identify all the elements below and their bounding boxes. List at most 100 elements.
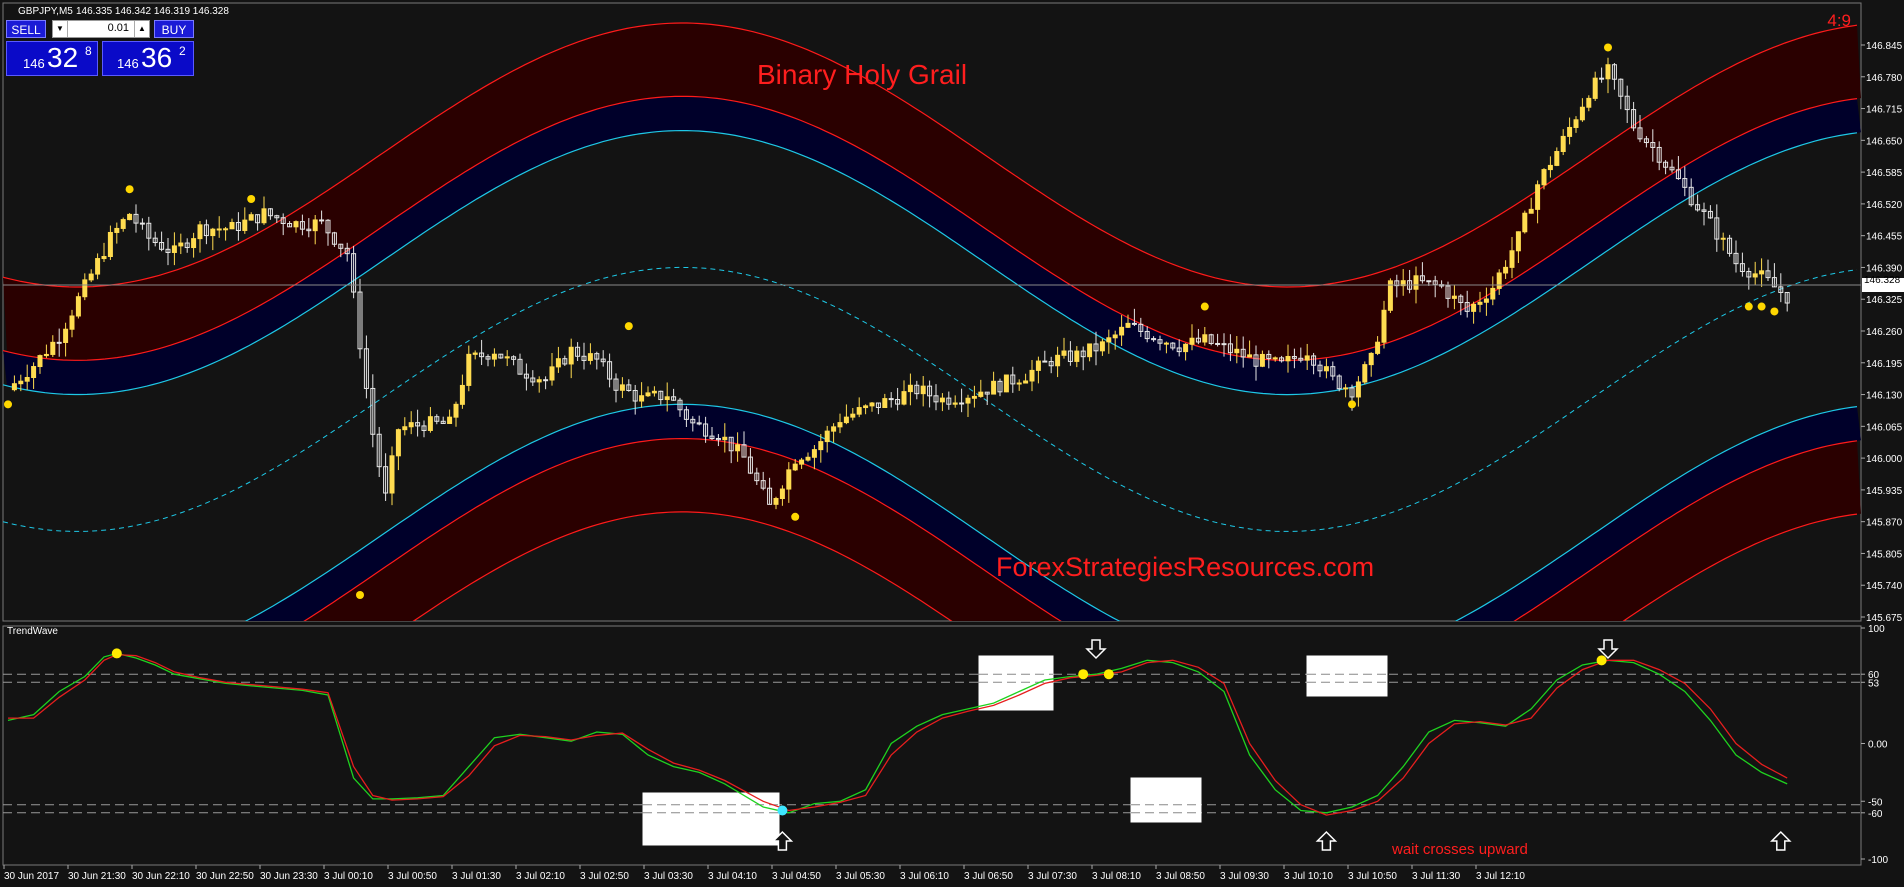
signal-dot — [4, 400, 12, 409]
buy-price-fraction: 2 — [179, 44, 186, 58]
signal-dot — [1744, 302, 1753, 311]
bull-candle — [1496, 272, 1502, 289]
price-tick-label: 146.585 — [1866, 168, 1903, 179]
signal-dot — [1757, 302, 1766, 311]
bull-candle — [1535, 184, 1541, 210]
bull-candle — [1515, 231, 1521, 252]
bull-candle — [1375, 341, 1381, 354]
bull-candle — [95, 258, 101, 275]
bull-candle — [75, 296, 81, 317]
bull-candle — [901, 391, 907, 405]
bull-candle — [1362, 364, 1368, 383]
price-tick-label: 146.130 — [1866, 391, 1903, 402]
bull-candle — [88, 273, 94, 281]
bull-candle — [1490, 287, 1496, 300]
time-tick-label: 3 Jul 10:10 — [1284, 871, 1333, 882]
bull-candle — [1323, 366, 1329, 372]
time-tick-label: 3 Jul 02:10 — [516, 871, 565, 882]
indicator-tick-label: -100 — [1868, 855, 1888, 866]
buy-price-box[interactable]: 146 36 2 — [102, 41, 194, 76]
bull-candle — [210, 228, 216, 237]
bull-candle — [1605, 64, 1611, 80]
bull-candle — [536, 379, 542, 383]
bull-candle — [1099, 341, 1105, 352]
bull-candle — [18, 380, 24, 385]
bull-candle — [1586, 97, 1592, 108]
lot-decrease-icon[interactable]: ▼ — [53, 21, 68, 37]
bear-candle — [319, 219, 325, 222]
time-tick-label: 30 Jun 2017 — [4, 871, 59, 882]
time-tick-label: 3 Jul 00:10 — [324, 871, 373, 882]
bull-candle — [619, 384, 625, 391]
indicator-tick-label: 0.00 — [1868, 740, 1888, 751]
bull-candle — [402, 426, 408, 431]
signal-dot — [247, 195, 256, 203]
bull-candle — [408, 422, 414, 428]
lot-size-field[interactable]: ▼ 0.01 ▲ — [52, 20, 150, 38]
indicator-frame — [2, 625, 1862, 866]
time-tick-label: 3 Jul 06:10 — [900, 871, 949, 882]
price-tick-label: 146.390 — [1866, 263, 1903, 274]
bull-candle — [1547, 164, 1553, 171]
bull-candle — [1522, 212, 1528, 233]
bull-candle — [952, 402, 958, 405]
bull-candle — [107, 231, 113, 257]
bull-candle — [869, 402, 875, 407]
time-tick-label: 3 Jul 06:50 — [964, 871, 1013, 882]
sell-price-prefix: 146 — [23, 56, 45, 71]
bull-candle — [1189, 337, 1195, 345]
bull-candle — [1055, 354, 1061, 367]
indicator-axis: 10060530.00-50-60-100 — [1861, 624, 1888, 866]
bull-candle — [389, 455, 395, 494]
sell-price-box[interactable]: 146 32 8 — [6, 41, 98, 76]
bear-candle — [1131, 322, 1137, 325]
time-tick-label: 3 Jul 08:50 — [1156, 871, 1205, 882]
bull-candle — [63, 328, 69, 343]
bull-candle — [1381, 309, 1387, 343]
bear-candle — [139, 222, 145, 225]
bull-candle — [171, 245, 177, 253]
bull-candle — [1451, 295, 1457, 299]
bull-candle — [1119, 326, 1125, 336]
ohlc-values: 146.335 146.342 146.319 146.328 — [76, 6, 229, 17]
bull-candle — [1247, 354, 1253, 358]
time-tick-label: 30 Jun 21:30 — [68, 871, 126, 882]
bull-candle — [1112, 334, 1118, 339]
bull-candle — [773, 498, 779, 505]
bull-candle — [568, 346, 574, 365]
bull-candle — [1106, 337, 1112, 343]
bull-candle — [735, 444, 741, 452]
bull-candle — [1035, 360, 1041, 371]
bull-candle — [792, 463, 798, 471]
price-tick-label: 145.675 — [1866, 613, 1903, 624]
price-tick-label: 146.260 — [1866, 327, 1903, 338]
bull-candle — [799, 459, 805, 465]
bull-candle — [395, 429, 401, 457]
buy-button[interactable]: BUY — [154, 20, 194, 38]
signal-dot — [356, 591, 364, 599]
trendwave-dot — [1078, 669, 1089, 680]
bull-candle — [1003, 374, 1009, 393]
indicator-tick-label: -50 — [1868, 797, 1883, 808]
lot-increase-icon[interactable]: ▲ — [134, 21, 149, 37]
bull-candle — [971, 395, 977, 399]
bull-candle — [1573, 119, 1579, 128]
bear-candle — [543, 379, 549, 382]
buy-price-main: 36 — [141, 42, 173, 73]
price-tick-label: 145.740 — [1866, 581, 1903, 592]
chart-canvas[interactable]: 146.845 146.780 146.715 146.650 146.585 146.5… — [0, 0, 1904, 887]
bull-candle — [1759, 270, 1765, 275]
sell-button[interactable]: SELL — [6, 20, 46, 38]
bull-candle — [1285, 355, 1291, 362]
bull-candle — [459, 384, 465, 405]
bull-candle — [24, 377, 30, 382]
bull-candle — [1368, 352, 1374, 366]
bear-candle — [1221, 343, 1227, 346]
bull-candle — [216, 228, 222, 231]
time-tick-label: 3 Jul 04:50 — [772, 871, 821, 882]
bull-candle — [178, 242, 184, 247]
price-tick-label: 146.195 — [1866, 359, 1903, 370]
bull-candle — [1343, 387, 1349, 390]
time-axis: 30 Jun 2017 30 Jun 21:30 30 Jun 22:10 30 Ju… — [3, 865, 1525, 882]
price-tick-label: 146.780 — [1866, 73, 1903, 84]
